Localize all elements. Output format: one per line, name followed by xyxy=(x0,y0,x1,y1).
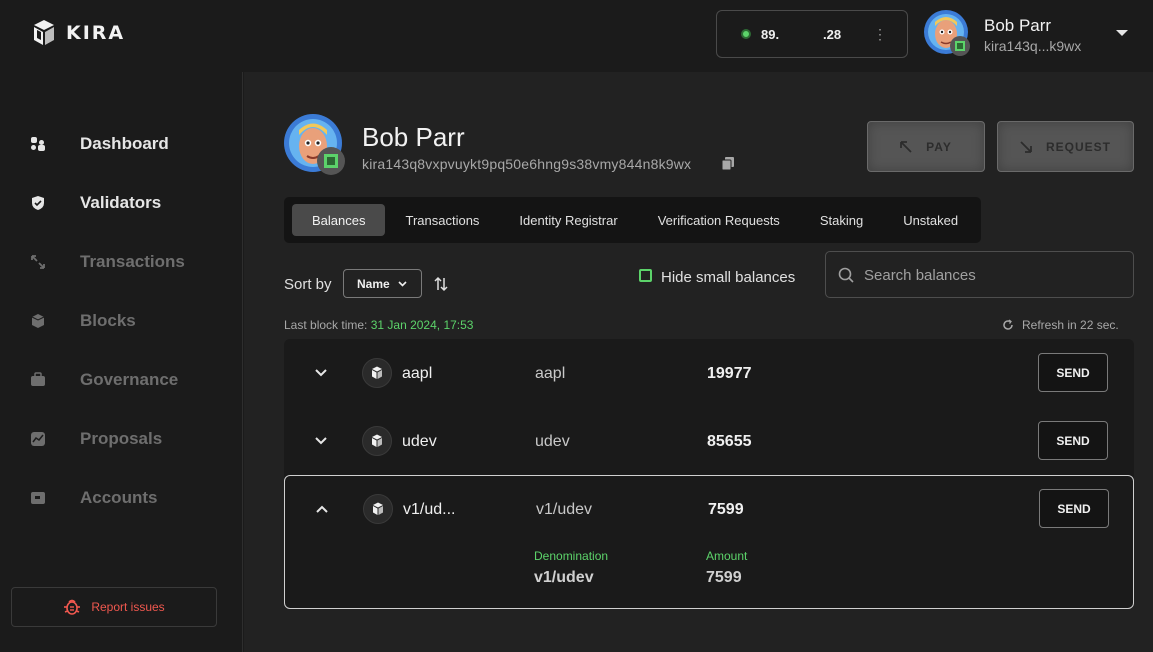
sidebar-item-proposals[interactable]: Proposals xyxy=(30,427,162,451)
briefcase-icon xyxy=(30,372,46,388)
top-bar: KIRA 89. .28 ⋮ Bob Parr kira143q...k9wx xyxy=(0,0,1153,72)
tab-balances[interactable]: Balances xyxy=(292,204,386,236)
token-icon xyxy=(363,494,393,524)
tab-unstaked[interactable]: Unstaked xyxy=(883,204,978,236)
sidebar-item-label: Blocks xyxy=(80,311,136,330)
sidebar-item-accounts[interactable]: Accounts xyxy=(30,486,157,510)
tab-verification-requests[interactable]: Verification Requests xyxy=(638,204,800,236)
request-button[interactable]: REQUEST xyxy=(997,121,1134,172)
bug-icon xyxy=(64,599,81,615)
table-row[interactable]: udev udev 85655 SEND xyxy=(284,407,1134,475)
request-label: REQUEST xyxy=(1045,139,1111,154)
tab-identity-registrar[interactable]: Identity Registrar xyxy=(499,204,637,236)
last-block-label: Last block time: xyxy=(284,318,368,332)
sort-value: Name xyxy=(357,276,390,291)
status-dot-icon xyxy=(741,29,751,39)
sidebar-item-label: Accounts xyxy=(80,488,158,507)
search-box xyxy=(825,251,1134,298)
arrow-down-right-icon xyxy=(1020,140,1032,153)
token-amount: 85655 xyxy=(707,433,752,450)
table-row-expanded[interactable]: v1/ud... v1/udev 7599 SEND Denomination … xyxy=(284,475,1134,609)
last-block-value: 31 Jan 2024, 17:53 xyxy=(370,318,474,332)
node-ip-start: 89. xyxy=(761,26,780,42)
denomination-label: Denomination xyxy=(534,549,609,563)
cube-icon xyxy=(30,313,46,329)
sidebar-item-dashboard[interactable]: Dashboard xyxy=(30,132,169,156)
table-row[interactable]: aapl aapl 19977 SEND xyxy=(284,339,1134,407)
refresh-label: Refresh in 22 sec. xyxy=(1022,318,1119,332)
token-denom: aapl xyxy=(535,365,566,382)
token-amount: 7599 xyxy=(708,501,744,518)
user-name: Bob Parr xyxy=(984,16,1052,35)
refresh-icon xyxy=(1003,319,1013,330)
sidebar-item-label: Dashboard xyxy=(80,134,169,153)
refresh-timer[interactable]: Refresh in 22 sec. xyxy=(1002,318,1119,332)
sidebar-item-governance[interactable]: Governance xyxy=(30,368,178,392)
denomination-value: v1/udev xyxy=(534,569,594,586)
token-name: aapl xyxy=(402,365,433,382)
kira-logo[interactable]: KIRA xyxy=(30,19,125,47)
sidebar-item-label: Validators xyxy=(80,193,162,212)
brand-name: KIRA xyxy=(66,22,126,44)
token-name: v1/ud... xyxy=(403,501,456,518)
tab-bar: Balances Transactions Identity Registrar… xyxy=(284,197,981,243)
tab-staking[interactable]: Staking xyxy=(800,204,883,236)
sidebar-item-label: Governance xyxy=(80,370,179,389)
send-button[interactable]: SEND xyxy=(1038,421,1108,460)
sidebar: Dashboard Validators Transactions Blocks… xyxy=(0,72,243,652)
profile-address: kira143q8vxpvuykt9pq50e6hng9s38vmy844n8k… xyxy=(362,156,692,172)
report-issues-button[interactable]: Report issues xyxy=(11,587,217,627)
profile-name: Bob Parr xyxy=(362,122,465,152)
transfer-icon xyxy=(30,254,46,270)
wallet-icon xyxy=(30,490,46,506)
sort-label: Sort by xyxy=(284,276,332,293)
amount-label: Amount xyxy=(706,549,748,563)
sidebar-item-blocks[interactable]: Blocks xyxy=(30,309,136,333)
sidebar-item-validators[interactable]: Validators xyxy=(30,191,161,215)
report-issues-label: Report issues xyxy=(91,600,165,614)
avatar xyxy=(284,114,345,175)
main-content: Bob Parr kira143q8vxpvuykt9pq50e6hng9s38… xyxy=(244,72,1153,652)
tab-transactions[interactable]: Transactions xyxy=(385,204,499,236)
token-icon xyxy=(362,426,392,456)
node-ip-end: .28 xyxy=(823,26,842,42)
token-name: udev xyxy=(402,433,437,450)
search-input[interactable] xyxy=(864,265,1114,285)
sidebar-item-label: Proposals xyxy=(80,429,163,448)
sort-select[interactable]: Name xyxy=(343,269,422,298)
pay-label: PAY xyxy=(926,139,952,154)
kira-logo-icon xyxy=(34,20,54,45)
copy-icon[interactable] xyxy=(722,157,734,170)
sort-direction-icon[interactable] xyxy=(433,276,449,292)
token-amount: 19977 xyxy=(707,365,752,382)
search-icon xyxy=(838,267,854,283)
hide-small-balances-label: Hide small balances xyxy=(661,269,796,286)
balances-table: aapl aapl 19977 SEND udev udev 85655 SEN… xyxy=(284,339,1134,609)
more-vertical-icon[interactable]: ⋮ xyxy=(873,26,887,43)
chevron-down-icon[interactable] xyxy=(314,366,328,380)
user-address: kira143q...k9wx xyxy=(984,38,1082,54)
shield-icon xyxy=(30,195,46,211)
chart-icon xyxy=(30,431,46,447)
pay-button[interactable]: PAY xyxy=(867,121,985,172)
user-menu[interactable]: Bob Parr kira143q...k9wx xyxy=(924,10,1144,58)
arrow-up-left-icon xyxy=(900,140,912,153)
hide-small-balances-checkbox[interactable] xyxy=(639,269,652,282)
token-icon xyxy=(362,358,392,388)
send-button[interactable]: SEND xyxy=(1038,353,1108,392)
dashboard-icon xyxy=(30,136,46,152)
token-denom: udev xyxy=(535,433,570,450)
chevron-down-icon[interactable] xyxy=(314,434,328,448)
caret-down-icon[interactable] xyxy=(1116,30,1128,36)
chevron-up-icon[interactable] xyxy=(315,502,329,516)
node-status[interactable]: 89. .28 ⋮ xyxy=(716,10,908,58)
last-block-time: Last block time: 31 Jan 2024, 17:53 xyxy=(284,318,473,332)
amount-value: 7599 xyxy=(706,569,742,586)
token-denom: v1/udev xyxy=(536,501,593,518)
sidebar-item-transactions[interactable]: Transactions xyxy=(30,250,185,274)
send-button[interactable]: SEND xyxy=(1039,489,1109,528)
chevron-down-icon xyxy=(398,280,407,287)
avatar xyxy=(924,10,970,56)
sidebar-item-label: Transactions xyxy=(80,252,185,271)
